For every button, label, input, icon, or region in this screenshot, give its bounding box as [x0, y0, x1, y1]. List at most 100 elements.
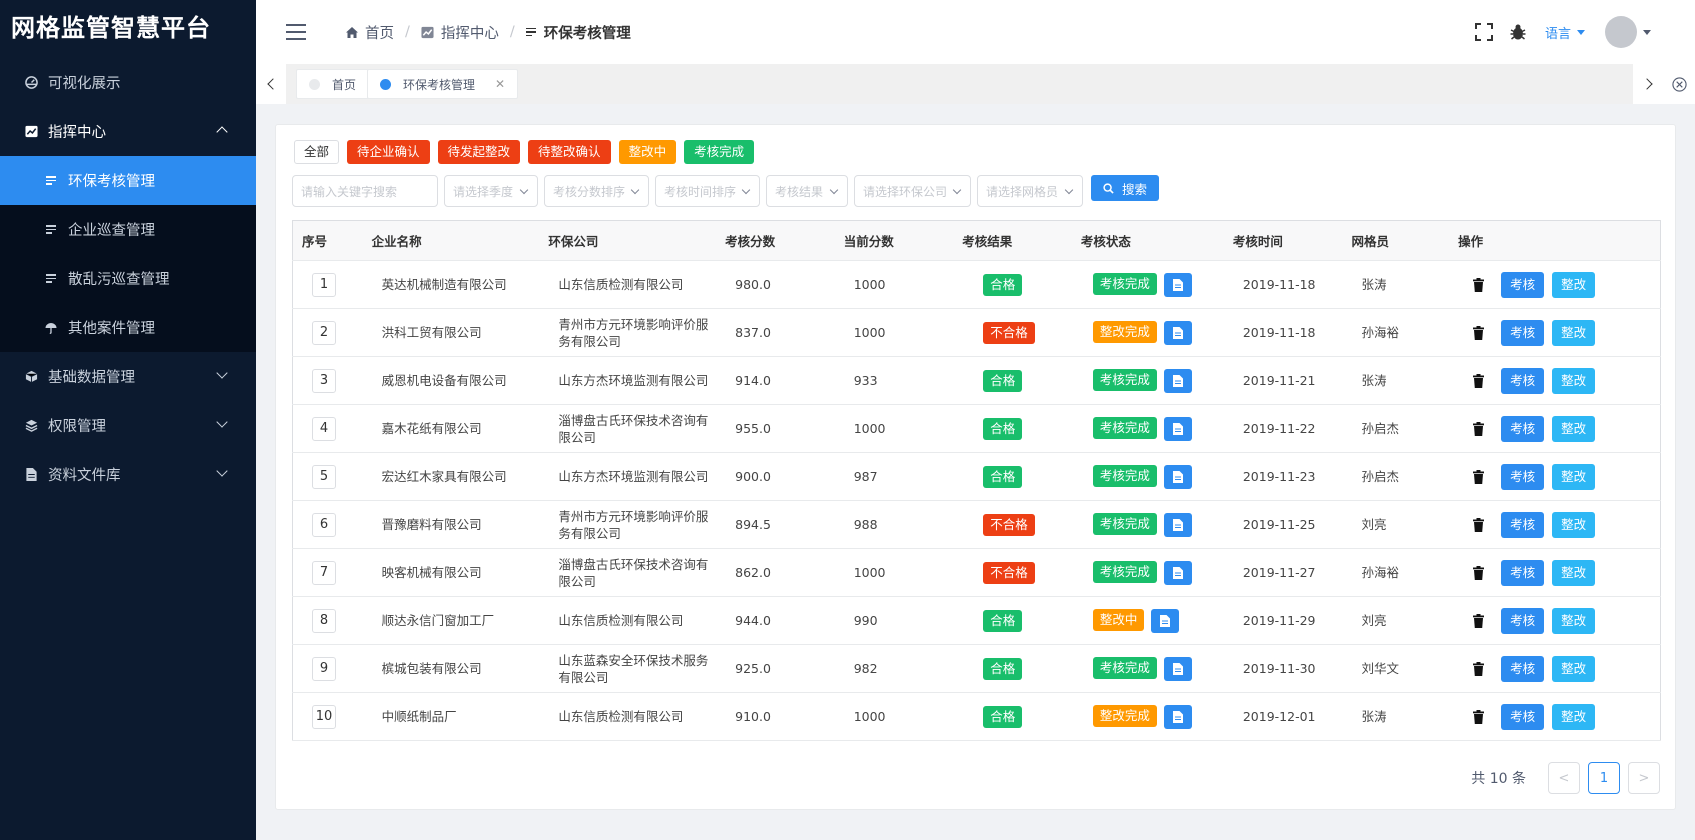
file-icon[interactable] — [1163, 656, 1192, 681]
avatar[interactable] — [1605, 16, 1637, 48]
file-icon[interactable] — [1163, 320, 1192, 345]
review-button[interactable]: 考核 — [1501, 415, 1545, 442]
sidebar: 网格监管智慧平台 可视化展示 指挥中心 环保考核管理 企业巡查管理 散乱污巡查管… — [0, 0, 256, 840]
assessment-score: 910.0 — [716, 692, 835, 741]
file-icon[interactable] — [1163, 416, 1192, 441]
fullscreen-icon[interactable] — [1474, 23, 1493, 41]
review-button[interactable]: 考核 — [1501, 319, 1545, 346]
result-select[interactable]: 考核结果 — [766, 175, 848, 207]
rectify-button[interactable]: 整改 — [1552, 367, 1596, 394]
row-index: 5 — [312, 464, 336, 489]
sidebar-item-eco-assessment[interactable]: 环保考核管理 — [0, 156, 256, 205]
rectify-button[interactable]: 整改 — [1552, 319, 1596, 346]
tabs-scroll-right-button[interactable] — [1633, 64, 1663, 104]
sidebar-item-base-data[interactable]: 基础数据管理 — [0, 352, 256, 401]
time-sort-select[interactable]: 考核时间排序 — [655, 175, 760, 207]
table-header-row: 序号 企业名称 环保公司 考核分数 当前分数 考核结果 考核状态 考核时间 网格… — [292, 220, 1661, 261]
close-icon[interactable]: ✕ — [495, 77, 505, 91]
review-button[interactable]: 考核 — [1501, 367, 1545, 394]
rectify-button[interactable]: 整改 — [1552, 463, 1596, 490]
breadcrumb-home[interactable]: 首页 — [346, 22, 394, 43]
language-dropdown[interactable]: 语言 — [1545, 23, 1585, 42]
sidebar-item-document-library[interactable]: 资料文件库 — [0, 450, 256, 499]
file-icon[interactable] — [1163, 704, 1192, 729]
filter-tag-pending-rectify-start[interactable]: 待发起整改 — [437, 140, 521, 164]
file-icon[interactable] — [1163, 560, 1192, 585]
search-button[interactable]: 搜索 — [1091, 175, 1160, 201]
status-badge: 考核完成 — [1092, 465, 1157, 487]
file-icon[interactable] — [1163, 272, 1192, 297]
file-icon[interactable] — [1151, 608, 1180, 633]
rectify-button[interactable]: 整改 — [1552, 415, 1596, 442]
app-title: 网格监管智慧平台 — [11, 14, 211, 42]
assessment-score: 894.5 — [716, 500, 835, 549]
review-button[interactable]: 考核 — [1501, 271, 1545, 298]
tab-dot — [309, 78, 320, 90]
rectify-button[interactable]: 整改 — [1552, 607, 1596, 634]
sidebar-item-permissions[interactable]: 权限管理 — [0, 401, 256, 450]
sidebar-item-command-center[interactable]: 指挥中心 — [0, 107, 256, 156]
breadcrumb-command-center[interactable]: 指挥中心 — [421, 22, 499, 43]
filter-tag-pending-enterprise[interactable]: 待企业确认 — [347, 140, 430, 164]
sidebar-item-other-cases[interactable]: 其他案件管理 — [0, 303, 256, 352]
trash-icon[interactable] — [1471, 661, 1485, 677]
quarter-select[interactable]: 请选择季度 — [444, 175, 538, 207]
trash-icon[interactable] — [1471, 709, 1485, 725]
filter-tag-pending-rectify-confirm[interactable]: 待整改确认 — [528, 140, 611, 164]
trash-icon[interactable] — [1471, 325, 1485, 341]
current-score: 982 — [834, 644, 954, 693]
table-row: 9 槟城包装有限公司 山东蓝森安全环保技术服务有限公司 925.0 982 合格 考核完成 2… — [292, 644, 1661, 693]
filter-tag-rectifying[interactable]: 整改中 — [618, 140, 677, 164]
sidebar-item-dashboard[interactable]: 可视化展示 — [0, 58, 256, 107]
current-score: 990 — [834, 596, 954, 645]
caret-down-icon[interactable] — [1643, 29, 1651, 35]
file-icon[interactable] — [1163, 464, 1192, 489]
close-all-tabs-button[interactable] — [1663, 64, 1695, 104]
tabs-bar: 首页 环保考核管理 ✕ — [256, 64, 1695, 104]
chevron-down-icon — [216, 416, 228, 428]
keyword-search-input[interactable]: 请输入关键字搜索 — [292, 175, 438, 207]
rectify-button[interactable]: 整改 — [1552, 703, 1596, 730]
trash-icon[interactable] — [1471, 469, 1485, 485]
rectify-button[interactable]: 整改 — [1552, 655, 1596, 682]
tab-home[interactable]: 首页 — [296, 69, 370, 99]
trash-icon[interactable] — [1471, 565, 1485, 581]
trash-icon[interactable] — [1471, 421, 1485, 437]
prev-page-button[interactable]: < — [1548, 762, 1580, 794]
file-icon[interactable] — [1163, 512, 1192, 537]
trash-icon[interactable] — [1471, 517, 1485, 533]
rectify-button[interactable]: 整改 — [1552, 559, 1596, 586]
filter-tag-completed[interactable]: 考核完成 — [684, 140, 755, 164]
trash-icon[interactable] — [1471, 277, 1485, 293]
review-button[interactable]: 考核 — [1501, 703, 1545, 730]
sidebar-item-enterprise-inspection[interactable]: 企业巡查管理 — [0, 205, 256, 254]
next-page-button[interactable]: > — [1628, 762, 1660, 794]
review-button[interactable]: 考核 — [1501, 463, 1545, 490]
tabs-scroll-left-button[interactable] — [256, 64, 286, 104]
review-button[interactable]: 考核 — [1501, 559, 1545, 586]
company-name: 威恩机电设备有限公司 — [362, 356, 540, 405]
trash-icon[interactable] — [1471, 373, 1485, 389]
menu-toggle-icon[interactable] — [286, 24, 306, 40]
eco-company: 山东信质检测有限公司 — [539, 260, 717, 309]
rectify-button[interactable]: 整改 — [1552, 271, 1596, 298]
file-icon[interactable] — [1163, 368, 1192, 393]
company-name: 映客机械有限公司 — [362, 548, 540, 597]
review-button[interactable]: 考核 — [1501, 607, 1545, 634]
column-header: 操作 — [1449, 220, 1661, 261]
rectify-button[interactable]: 整改 — [1552, 511, 1596, 538]
review-button[interactable]: 考核 — [1501, 511, 1545, 538]
sidebar-item-pollution-inspection[interactable]: 散乱污巡查管理 — [0, 254, 256, 303]
breadcrumb-current: 环保考核管理 — [525, 22, 631, 43]
content-card: 全部 待企业确认 待发起整改 待整改确认 整改中 考核完成 请输入关键字搜索 请… — [275, 124, 1676, 810]
tab-eco-assessment[interactable]: 环保考核管理 ✕ — [367, 69, 519, 99]
sidebar-item-label: 其他案件管理 — [68, 321, 155, 337]
review-button[interactable]: 考核 — [1501, 655, 1545, 682]
page-number[interactable]: 1 — [1588, 762, 1620, 794]
grid-member-select[interactable]: 请选择网格员 — [977, 175, 1083, 207]
trash-icon[interactable] — [1471, 613, 1485, 629]
filter-tag-all[interactable]: 全部 — [294, 140, 340, 164]
score-sort-select[interactable]: 考核分数排序 — [544, 175, 649, 207]
bug-icon[interactable] — [1509, 23, 1527, 41]
eco-company-select[interactable]: 请选择环保公司 — [854, 175, 971, 207]
